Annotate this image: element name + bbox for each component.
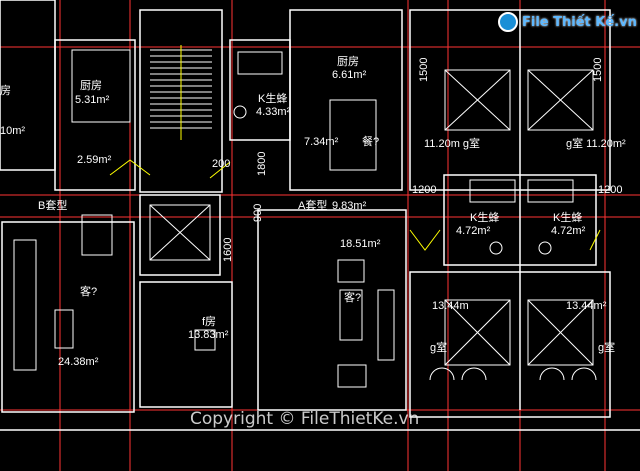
dim-1200-left: 1200: [412, 184, 437, 196]
bath-r2-name: K生蜂: [553, 212, 583, 224]
store-name: f房: [202, 316, 217, 328]
left-bedroom-area: 10m²: [0, 125, 26, 137]
bath-r1-area: 4.72m²: [456, 225, 491, 237]
bedroom-r3-name: g室: [430, 342, 448, 354]
logo-mark-icon: [498, 12, 518, 32]
copyright-watermark: Copyright © FileThietKe.vn: [190, 409, 420, 429]
kitchen-mid-name: 厨房: [337, 56, 359, 68]
dim-1200-right: 1200: [598, 184, 623, 196]
dim-1800: 1800: [256, 151, 268, 176]
bedroom-r4-name: g室: [598, 342, 616, 354]
unit-a-area: 9.83m²: [332, 200, 367, 212]
floor-plan-drawing: [0, 0, 640, 471]
kitchen-left-area: 5.31m²: [75, 94, 110, 106]
dining-area: 7.34m²: [304, 136, 339, 148]
dim-1500-right: 1500: [592, 57, 604, 82]
left-room-name: 房: [0, 85, 11, 97]
dim-900: 900: [252, 203, 264, 222]
living-left-name: 客?: [80, 286, 98, 298]
kitchen-mid-area: 6.61m²: [332, 69, 367, 81]
dim-1600: 1600: [222, 237, 234, 262]
unit-b-label: B套型: [38, 200, 68, 212]
store-area: 13.83m²: [188, 329, 229, 341]
bath-r2-area: 4.72m²: [551, 225, 586, 237]
bedroom-r4-area: 13.44m²: [566, 300, 607, 312]
dim-200: 200: [212, 158, 231, 170]
corridor-area: 2.59m²: [77, 154, 112, 166]
axis-lines: [0, 0, 640, 471]
bath-top-name: K生蜂: [258, 93, 288, 105]
unit-a-label: A套型: [298, 200, 328, 212]
logo-text: File Thiết Kế.vn: [522, 14, 637, 30]
dining-name: 餐?: [362, 136, 380, 148]
stairs: [150, 45, 212, 140]
bedroom-r3-area: 13.44m: [432, 300, 469, 312]
living-mid-area: 18.51m²: [340, 238, 381, 250]
bath-r1-name: K生蜂: [470, 212, 500, 224]
dim-1500-left: 1500: [418, 57, 430, 82]
floor-plan-canvas: File Thiết Kế.vn 房 10m² 厨房 5.31m² K生蜂 4.…: [0, 0, 640, 471]
bedroom-r1-label: 11.20m g室: [424, 138, 481, 150]
living-left-area: 24.38m²: [58, 356, 99, 368]
bedroom-r2-label: g室 11.20m²: [566, 138, 626, 150]
bath-top-area: 4.33m²: [256, 106, 291, 118]
elevator: [149, 204, 211, 261]
brand-logo: File Thiết Kế.vn: [498, 12, 637, 32]
living-mid-name: 客?: [344, 292, 362, 304]
kitchen-left-name: 厨房: [80, 80, 102, 92]
